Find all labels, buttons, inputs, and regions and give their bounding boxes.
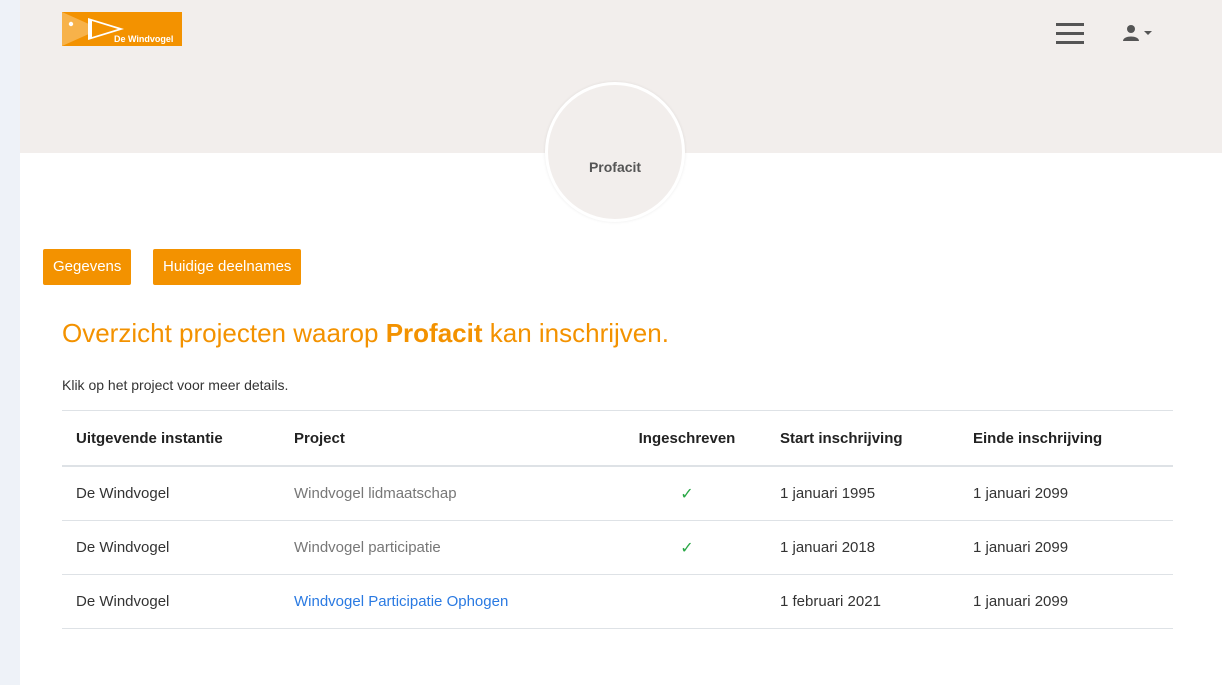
cell-issuer: De Windvogel — [62, 520, 280, 575]
projects-table: Uitgevende instantie Project Ingeschreve… — [62, 410, 1173, 629]
table-header-row: Uitgevende instantie Project Ingeschreve… — [62, 410, 1173, 467]
logo-text: De Windvogel — [114, 34, 174, 44]
tab-huidige-deelnames[interactable]: Huidige deelnames — [153, 249, 302, 285]
table-row[interactable]: De Windvogel Windvogel Participatie Opho… — [62, 574, 1173, 629]
cell-issuer: De Windvogel — [62, 574, 280, 629]
table-row[interactable]: De Windvogel Windvogel participatie ✓ 1 … — [62, 520, 1173, 575]
title-prefix: Overzicht projecten waarop — [62, 318, 386, 348]
cell-project[interactable]: Windvogel lidmaatschap — [280, 466, 608, 521]
windvogel-logo[interactable]: De Windvogel — [62, 12, 182, 46]
hint-text: Klik op het project voor meer details. — [62, 377, 289, 393]
cell-project[interactable]: Windvogel participatie — [280, 520, 608, 575]
column-header-end: Einde inschrijving — [959, 410, 1173, 467]
title-suffix: kan inschrijven. — [482, 318, 669, 348]
profile-avatar: Profacit — [545, 82, 685, 222]
user-menu-button[interactable] — [1122, 24, 1152, 44]
cell-start: 1 januari 2018 — [766, 520, 959, 575]
hamburger-icon[interactable] — [1056, 23, 1084, 45]
column-header-enrolled: Ingeschreven — [608, 410, 766, 467]
cell-end: 1 januari 2099 — [959, 574, 1173, 629]
chevron-down-icon — [1144, 31, 1152, 35]
table-row[interactable]: De Windvogel Windvogel lidmaatschap ✓ 1 … — [62, 466, 1173, 521]
page-title: Overzicht projecten waarop Profacit kan … — [62, 318, 669, 349]
column-header-start: Start inschrijving — [766, 410, 959, 467]
tab-gegevens[interactable]: Gegevens — [43, 249, 132, 285]
cell-start: 1 januari 1995 — [766, 466, 959, 521]
column-header-project: Project — [280, 410, 608, 467]
cell-enrolled — [608, 574, 766, 629]
profile-name: Profacit — [588, 159, 642, 175]
user-icon — [1123, 25, 1139, 41]
cell-end: 1 januari 2099 — [959, 520, 1173, 575]
cell-issuer: De Windvogel — [62, 466, 280, 521]
check-icon: ✓ — [608, 520, 766, 575]
column-header-issuer: Uitgevende instantie — [62, 410, 280, 467]
cell-end: 1 januari 2099 — [959, 466, 1173, 521]
page: De Windvogel Profacit Gegevens Huidige d… — [20, 0, 1222, 685]
check-icon: ✓ — [608, 466, 766, 521]
cell-start: 1 februari 2021 — [766, 574, 959, 629]
title-name: Profacit — [385, 318, 483, 348]
cell-project-link[interactable]: Windvogel Participatie Ophogen — [280, 574, 608, 629]
